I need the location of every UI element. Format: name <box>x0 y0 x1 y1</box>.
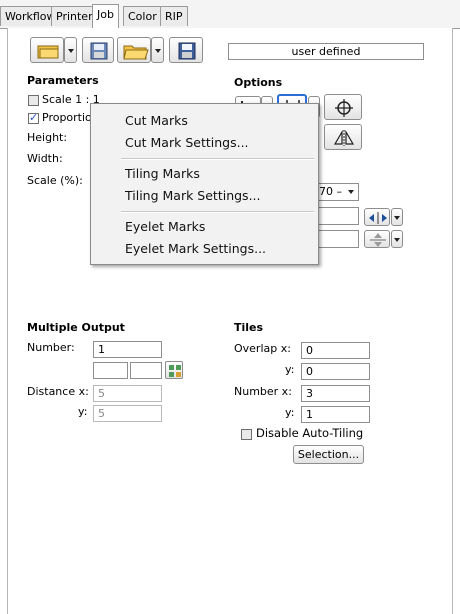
tab-rip[interactable]: RIP <box>160 6 188 26</box>
crosshair-button[interactable] <box>324 94 362 120</box>
distance-y-label: y: <box>78 405 88 418</box>
proportional-checkbox[interactable] <box>28 111 39 124</box>
save-as-icon <box>90 42 108 60</box>
menu-item-eyelet-mark-settings[interactable]: Eyelet Mark Settings... <box>125 241 266 256</box>
columns-field[interactable] <box>93 362 128 379</box>
number-y-label: y: <box>285 406 295 419</box>
mirror-icon <box>333 129 355 146</box>
overlap-y-field[interactable]: 0 <box>301 363 370 380</box>
flip-vertical-dropdown-arrow[interactable] <box>391 230 403 248</box>
scale-1-1-checkbox[interactable] <box>28 95 39 106</box>
folder-icon <box>123 45 149 60</box>
height-label: Height: <box>27 131 68 144</box>
number-field[interactable]: 1 <box>93 341 162 358</box>
tab-job[interactable]: Job <box>92 4 119 29</box>
tiles-heading: Tiles <box>234 321 264 334</box>
scale-percent-label: Scale (%): <box>27 174 83 187</box>
folder-dropdown-arrow[interactable] <box>151 37 164 63</box>
menu-item-cut-marks[interactable]: Cut Marks <box>125 113 188 128</box>
grid-button[interactable] <box>165 361 183 379</box>
arrows-vertical-icon <box>370 233 386 247</box>
menu-separator <box>121 211 314 213</box>
distance-x-field[interactable]: 5 <box>93 385 162 402</box>
menu-separator <box>121 158 314 160</box>
rows-field[interactable] <box>130 362 162 379</box>
template-name-field[interactable]: user defined <box>228 43 424 60</box>
proportional-label: Proportio <box>42 111 92 124</box>
distance-y-field[interactable]: 5 <box>93 405 162 422</box>
folder-button[interactable] <box>117 37 151 63</box>
mirror-button[interactable] <box>324 124 362 150</box>
menu-item-cut-mark-settings[interactable]: Cut Mark Settings... <box>125 135 249 150</box>
open-dropdown-arrow[interactable] <box>64 37 77 63</box>
selection-button[interactable]: Selection... <box>293 445 364 464</box>
number-label: Number: <box>27 341 75 354</box>
tab-color[interactable]: Color <box>123 6 162 26</box>
distance-x-label: Distance x: <box>27 385 89 398</box>
disable-auto-tiling-label: Disable Auto-Tiling <box>256 426 364 440</box>
options-heading: Options <box>234 76 283 89</box>
number-y-field[interactable]: 1 <box>301 406 370 423</box>
width-label: Width: <box>27 152 63 165</box>
menu-item-tiling-marks[interactable]: Tiling Marks <box>125 166 200 181</box>
save-as-button[interactable] <box>82 37 114 63</box>
cut-marks-context-menu: Cut Marks Cut Mark Settings... Tiling Ma… <box>90 103 319 265</box>
number-x-label: Number x: <box>234 385 292 398</box>
save-button[interactable] <box>169 37 203 63</box>
multiple-output-heading: Multiple Output <box>27 321 125 334</box>
scale-preset-value: 70 – <box>319 185 342 198</box>
disable-auto-tiling-checkbox[interactable] <box>241 429 252 440</box>
crosshair-icon <box>335 99 353 117</box>
overlap-x-label: Overlap x: <box>234 342 291 355</box>
overlap-x-field[interactable]: 0 <box>301 342 370 359</box>
menu-item-tiling-mark-settings[interactable]: Tiling Mark Settings... <box>125 188 261 203</box>
arrows-horizontal-icon <box>369 212 387 224</box>
tab-bar: Workflow Printer Job Color RIP <box>0 0 460 29</box>
flip-horizontal-button[interactable] <box>364 208 390 226</box>
open-icon <box>37 45 59 59</box>
flip-vertical-button[interactable] <box>364 230 390 248</box>
flip-horizontal-dropdown-arrow[interactable] <box>391 208 403 226</box>
menu-item-eyelet-marks[interactable]: Eyelet Marks <box>125 219 205 234</box>
number-x-field[interactable]: 3 <box>301 385 370 402</box>
tab-printer[interactable]: Printer <box>51 6 98 26</box>
open-button[interactable] <box>30 37 64 63</box>
overlap-y-label: y: <box>285 363 295 376</box>
grid-icon <box>169 365 181 377</box>
parameters-heading: Parameters <box>27 74 99 87</box>
save-icon <box>178 42 196 60</box>
